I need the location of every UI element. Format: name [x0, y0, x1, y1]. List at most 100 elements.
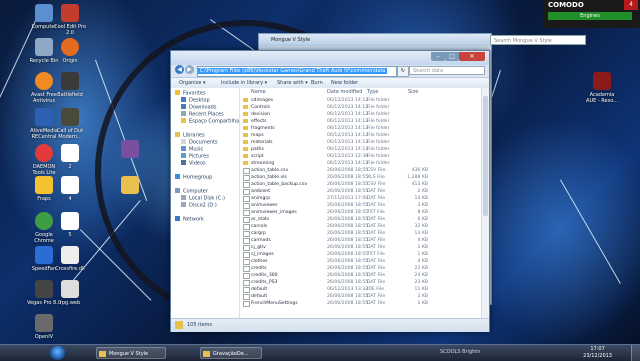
column-name[interactable]: Name — [251, 88, 266, 96]
table-row[interactable]: animviewer 26/06/2008 18:55 DAT File 3 KB — [240, 202, 480, 209]
table-row[interactable]: credits_PS3 26/06/2008 18:55 DAT File 23 KB — [240, 279, 480, 286]
cell-name: cargrp — [251, 231, 266, 236]
cell-name: paths — [251, 147, 264, 152]
show-desktop-button[interactable] — [631, 345, 640, 361]
pictures-icon — [181, 153, 186, 158]
cell-size: 1,288 KB — [407, 175, 428, 180]
taskbar-item-recorder[interactable]: GravaçãoDe... — [200, 347, 262, 359]
clock[interactable]: 17:07 23/12/2013 — [583, 346, 612, 360]
table-row[interactable]: decision 06/12/2013 14:12 File folder — [240, 111, 480, 118]
nav-network[interactable]: Network — [175, 216, 204, 224]
start-button[interactable] — [50, 346, 65, 360]
taskbar-item-explorer[interactable]: Mongue V Style — [96, 347, 166, 359]
nav-shared[interactable]: Espaço Compartilha — [181, 118, 239, 126]
table-row[interactable]: default 06/12/2013 13:32 IDE File 11 KB — [240, 286, 480, 293]
minimize-button[interactable]: – — [431, 52, 445, 61]
refresh-button[interactable]: ↻ — [397, 66, 409, 77]
table-row[interactable]: carcols 26/06/2008 18:55 DAT File 32 KB — [240, 223, 480, 230]
table-row[interactable]: paths 06/12/2013 14:12 File folder — [240, 146, 480, 153]
cell-type: DAT File — [367, 203, 386, 208]
cell-size: 413 KB — [411, 182, 428, 187]
origin-icon — [61, 38, 79, 56]
scrollbar-thumb[interactable] — [483, 96, 488, 216]
desktop-icon-file-5[interactable]: 5 — [48, 212, 92, 238]
desktop-icon-game[interactable] — [108, 140, 152, 158]
share-with-button[interactable]: Share with ▾ — [277, 78, 308, 88]
explorer-titlebar[interactable]: – □ ✕ — [171, 51, 489, 65]
table-row[interactable]: ar_stats 26/06/2008 18:55 DAT File 6 KB — [240, 216, 480, 223]
table-row[interactable]: FrenchMenuSettings 26/06/2008 18:55 DAT Fi… — [240, 300, 480, 307]
cell-date: 26/06/2008 18:55 — [327, 238, 369, 243]
table-row[interactable]: ambient 26/06/2008 18:55 DAT File 2 KB — [240, 188, 480, 195]
background-window-search[interactable]: Search Mongue V Style — [490, 35, 586, 45]
table-row[interactable]: materials 06/12/2013 14:12 File folder — [240, 139, 480, 146]
search-input[interactable]: Search data — [409, 66, 485, 75]
table-row[interactable]: credits 26/06/2008 18:55 DAT File 22 KB — [240, 265, 480, 272]
desktop-icon-file-4[interactable]: 4 — [48, 176, 92, 202]
table-row[interactable]: Controls 06/12/2013 14:12 File folder — [240, 104, 480, 111]
shared-folder-icon — [181, 118, 186, 123]
cell-size: 22 KB — [414, 266, 428, 271]
table-row[interactable]: animviewer_images 26/06/2008 18:55 TXT Fil… — [240, 209, 480, 216]
nav-videos[interactable]: Videos — [181, 160, 206, 168]
table-row[interactable]: effects 06/12/2013 14:12 File folder — [240, 118, 480, 125]
desktop-icon-crossfire[interactable]: Crossfire.dll — [48, 246, 92, 272]
desktop-icon-file-2[interactable]: 2 — [48, 144, 92, 170]
address-bar[interactable]: C:\Program Files (x86)\Rockstar Games\Gr… — [197, 66, 397, 77]
cell-name: streaming — [251, 161, 275, 166]
desktop-icon-folder[interactable] — [108, 176, 152, 194]
cell-type: DAT File — [367, 245, 386, 250]
table-row[interactable]: fragments 06/12/2013 14:12 File folder — [240, 125, 480, 132]
cell-name: decision — [251, 112, 270, 117]
desktop-icon-origin[interactable]: Origin — [48, 38, 92, 64]
cell-date: 26/06/2008 18:55 — [327, 252, 369, 257]
cell-date: 26/06/2008 18:55 — [327, 189, 369, 194]
comodo-engines-button[interactable]: Engines — [548, 12, 632, 20]
maximize-button[interactable]: □ — [445, 52, 459, 61]
cell-name: ambient — [251, 189, 271, 194]
table-row[interactable]: default 26/06/2008 18:55 DAT File 2 KB — [240, 293, 480, 300]
table-row[interactable]: streaming 06/12/2013 14:12 File folder — [240, 160, 480, 167]
cell-name: materials — [251, 140, 273, 145]
folder-icon — [243, 98, 248, 102]
forward-button[interactable]: ▶ — [185, 65, 194, 74]
table-row[interactable]: clothes 26/06/2008 18:55 DAT File 4 KB — [240, 258, 480, 265]
table-row[interactable]: carmods 26/06/2008 18:55 DAT File 4 KB — [240, 237, 480, 244]
desktop-icon-openiv[interactable]: OpenIV — [22, 314, 66, 340]
cell-name: carmods — [251, 238, 271, 243]
cell-type: File folder — [367, 140, 390, 145]
back-button[interactable]: ◀ — [175, 65, 184, 74]
column-size[interactable]: Size — [408, 88, 418, 96]
organize-button[interactable]: Organize ▾ — [179, 78, 206, 88]
nav-disk-d[interactable]: Disco2 (D:) — [181, 202, 217, 210]
cell-type: DAT File — [367, 266, 386, 271]
table-row[interactable]: maps 06/12/2013 14:12 File folder — [240, 132, 480, 139]
include-library-button[interactable]: Include in library ▾ — [221, 78, 267, 88]
table-row[interactable]: cdimages 06/12/2013 14:12 File folder — [240, 97, 480, 104]
desktop-icon-rpg-web[interactable]: rpg.web — [48, 280, 92, 306]
table-row[interactable]: cargrp 26/06/2008 18:55 DAT File 13 KB — [240, 230, 480, 237]
table-row[interactable]: cj_gtiv 26/06/2008 18:55 DAT File 1 KB — [240, 244, 480, 251]
desktop-icon-battlefield[interactable]: Battlefield — [48, 72, 92, 98]
table-row[interactable]: credits_360 26/06/2008 18:55 DAT File 24 KB — [240, 272, 480, 279]
column-date[interactable]: Date modified — [327, 88, 362, 96]
desktop-icon-academia[interactable]: Academia AUE - Reso... — [580, 72, 624, 104]
table-row[interactable]: script 06/12/2013 12:38 File folder — [240, 153, 480, 160]
cell-type: File folder — [367, 147, 390, 152]
videos-icon — [181, 160, 186, 165]
table-row[interactable]: action_table.xls 26/06/2008 18:55 XLS File… — [240, 174, 480, 181]
new-folder-button[interactable]: New folder — [331, 78, 358, 88]
table-row[interactable]: action_table_backup.csv 26/06/2008 18:55 C… — [240, 181, 480, 188]
table-row[interactable]: action_table.csv 26/06/2008 18:55 CSV File… — [240, 167, 480, 174]
column-type[interactable]: Type — [367, 88, 378, 96]
table-row[interactable]: animgrp 27/11/2013 17:00 DAT File 14 KB — [240, 195, 480, 202]
nav-homegroup[interactable]: Homegroup — [175, 174, 212, 182]
desktop-icon-call-of-duty[interactable]: Call of Dut Modern... — [48, 108, 92, 140]
cell-date: 26/06/2008 18:55 — [327, 217, 369, 222]
burn-button[interactable]: Burn — [311, 78, 323, 88]
cell-name: animviewer_images — [251, 210, 297, 215]
vertical-scrollbar[interactable] — [481, 88, 489, 318]
close-button[interactable]: ✕ — [459, 52, 485, 61]
table-row[interactable]: cj_images 26/06/2008 18:55 TXT File 1 KB — [240, 251, 480, 258]
desktop-icon-cool-edit[interactable]: Cool Edit Pro 2.0 — [48, 4, 92, 36]
